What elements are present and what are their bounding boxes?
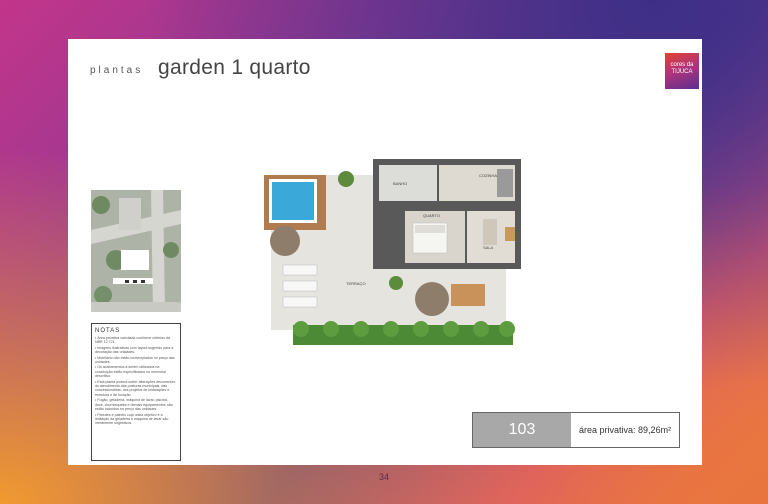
page-number: 34: [378, 472, 389, 482]
page-title: garden 1 quarto: [158, 56, 311, 79]
notes-title: NOTAS: [95, 328, 121, 334]
document-page: plantas garden 1 quarto cores da TIJUCA …: [68, 39, 702, 465]
notes-item: • Área privativa calculada conforme crit…: [95, 336, 170, 345]
notes-item: • Esta planta poderá sofrer alterações d…: [95, 379, 176, 397]
label-sala: SALA: [483, 245, 494, 250]
notes-box: NOTAS • Área privativa calculada conform…: [91, 323, 181, 461]
location-map: [91, 190, 181, 312]
area-value: 89,26m²: [638, 425, 672, 435]
floor-plan: BANHO COZINHA QUARTO SALA TERRAÇO: [264, 159, 521, 345]
logo-line-2: TIJUCA: [671, 69, 693, 75]
title-prefix: plantas: [90, 65, 144, 76]
logo-line-1: cores da: [670, 62, 694, 68]
cores-da-tijuca-logo: cores da TIJUCA: [665, 53, 699, 89]
label-quarto: QUARTO: [423, 213, 440, 218]
notes-item: • Os acabamentos a serem utilizados na c…: [95, 365, 166, 379]
notes-item: • Mobiliário não estão contemplados no p…: [95, 355, 175, 365]
notes-item: • Paredes e painéis cuja única objetivo …: [95, 412, 169, 426]
notes-item: • Fogão, geladeira, máquina de lavar, pi…: [95, 398, 173, 412]
area-label: área privativa:: [579, 425, 636, 435]
unit-area: área privativa: 89,26m²: [579, 413, 671, 447]
unit-info-box: 103 área privativa: 89,26m²: [472, 412, 680, 448]
label-banho: BANHO: [393, 181, 407, 186]
unit-number: 103: [473, 413, 571, 447]
label-terraco: TERRAÇO: [346, 281, 366, 286]
notes-item: • Imagens ilustrativas com layout sugeri…: [95, 345, 174, 355]
label-cozinha: COZINHA: [479, 173, 497, 178]
